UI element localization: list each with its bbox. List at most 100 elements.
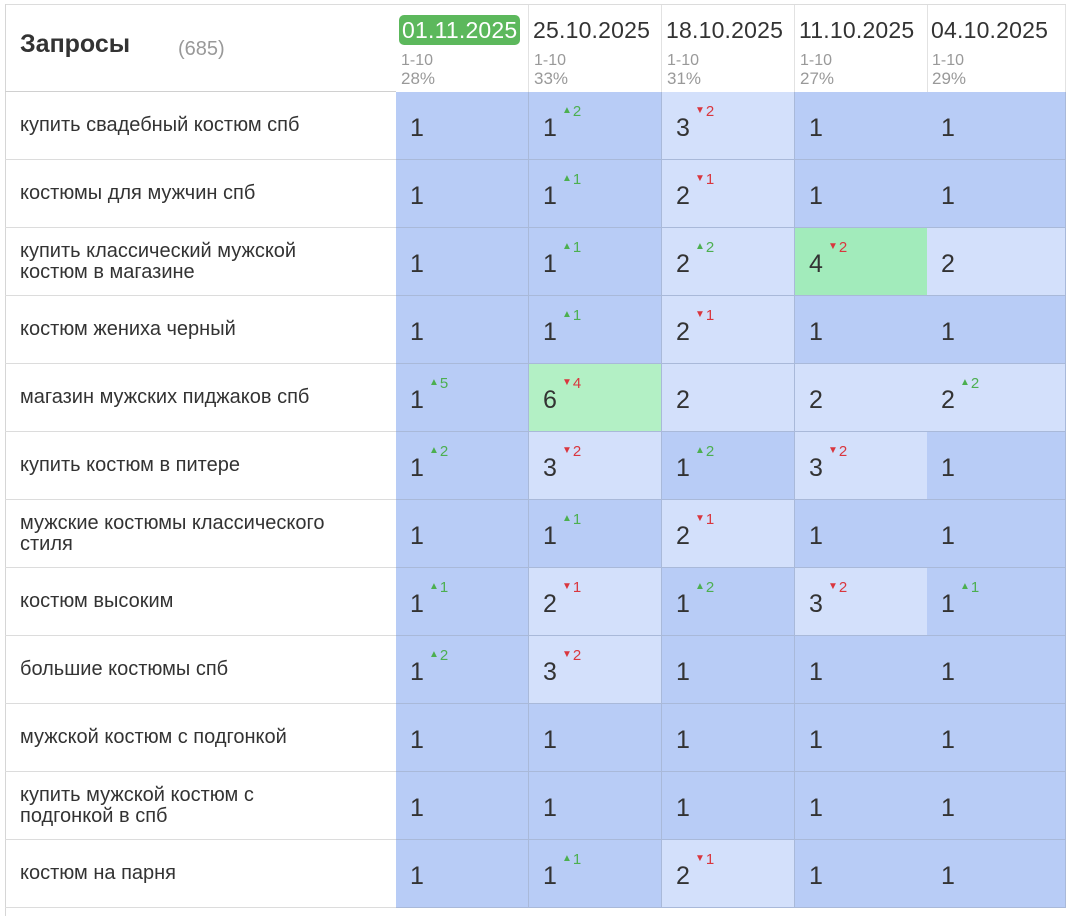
- position-cell[interactable]: 3 ▼2: [795, 432, 928, 500]
- position-cell[interactable]: 1: [396, 772, 529, 840]
- arrow-down-icon: ▼: [828, 241, 838, 252]
- position-cell[interactable]: 1 ▲2: [396, 432, 529, 500]
- query-label[interactable]: мужские костюмы классического стиля: [5, 500, 396, 568]
- queries-count: (685): [178, 38, 225, 60]
- query-label[interactable]: костюмы для мужчин спб: [5, 160, 396, 228]
- position-cell[interactable]: 1: [795, 840, 928, 908]
- position-cell[interactable]: 1: [396, 228, 529, 296]
- position-cell[interactable]: 1: [927, 92, 1066, 160]
- date-column-header[interactable]: 04.10.2025 1-10 29%: [927, 5, 1066, 92]
- delta-value: 2: [572, 443, 582, 460]
- position-cell[interactable]: 1 ▲1: [529, 500, 662, 568]
- position-cell[interactable]: 2: [662, 364, 795, 432]
- position-cell[interactable]: 2 ▼1: [662, 296, 795, 364]
- position-value: 1: [676, 658, 690, 686]
- position-cell[interactable]: 3 ▼2: [529, 432, 662, 500]
- query-label[interactable]: большие костюмы спб: [5, 636, 396, 704]
- query-text: большие костюмы спб: [20, 658, 229, 680]
- position-cell[interactable]: 1: [662, 636, 795, 704]
- position-cell[interactable]: 1: [795, 500, 928, 568]
- position-value: 1: [410, 386, 424, 414]
- position-value: 1: [543, 114, 557, 142]
- position-cell[interactable]: 2 ▼1: [662, 840, 795, 908]
- position-cell[interactable]: 1 ▲2: [396, 636, 529, 704]
- position-cell[interactable]: 1: [396, 500, 529, 568]
- position-value: 2: [676, 250, 690, 278]
- position-cell[interactable]: 2 ▲2: [662, 228, 795, 296]
- position-cell[interactable]: 1: [795, 92, 928, 160]
- position-cell[interactable]: 2 ▼1: [662, 500, 795, 568]
- date-column-header[interactable]: 11.10.2025 1-10 27%: [795, 5, 928, 92]
- query-label[interactable]: купить костюм в питере: [5, 432, 396, 500]
- arrow-down-icon: ▼: [562, 581, 572, 592]
- position-delta: ▲2: [429, 443, 448, 460]
- column-date: 25.10.2025: [533, 17, 651, 43]
- position-cell[interactable]: 3 ▼2: [662, 92, 795, 160]
- position-cell[interactable]: 1: [927, 432, 1066, 500]
- position-cell[interactable]: 1: [927, 704, 1066, 772]
- position-cell[interactable]: 1: [927, 636, 1066, 704]
- arrow-up-icon: ▲: [429, 377, 439, 388]
- position-delta: ▼1: [695, 511, 714, 528]
- position-cell[interactable]: 2: [795, 364, 928, 432]
- position-cell[interactable]: 1: [396, 92, 529, 160]
- position-cell[interactable]: 1: [795, 296, 928, 364]
- position-cell[interactable]: 1: [396, 160, 529, 228]
- position-cell[interactable]: 1: [795, 704, 928, 772]
- delta-value: 2: [705, 579, 715, 596]
- position-cell[interactable]: 1 ▲1: [529, 160, 662, 228]
- position-cell[interactable]: 1: [795, 772, 928, 840]
- query-label[interactable]: костюм на парня: [5, 840, 396, 908]
- query-label[interactable]: купить мужской костюм с подгонкой в спб: [5, 772, 396, 840]
- position-cell[interactable]: 1: [927, 160, 1066, 228]
- position-cell[interactable]: 1: [529, 704, 662, 772]
- position-value: 1: [809, 862, 823, 890]
- position-value: 2: [676, 386, 690, 414]
- position-cell[interactable]: 2 ▲2: [927, 364, 1066, 432]
- position-cell[interactable]: 1: [396, 296, 529, 364]
- date-column-header[interactable]: 25.10.2025 1-10 33%: [529, 5, 662, 92]
- position-cell[interactable]: 4 ▼2: [795, 228, 928, 296]
- arrow-down-icon: ▼: [695, 105, 705, 116]
- position-cell[interactable]: 1: [927, 840, 1066, 908]
- position-cell[interactable]: 1 ▲2: [662, 432, 795, 500]
- query-label[interactable]: костюм высоким: [5, 568, 396, 636]
- date-column-header[interactable]: 18.10.2025 1-10 31%: [662, 5, 795, 92]
- position-cell[interactable]: 1: [662, 772, 795, 840]
- position-cell[interactable]: 1 ▲1: [927, 568, 1066, 636]
- query-label[interactable]: купить свадебный костюм спб: [5, 92, 396, 160]
- position-cell[interactable]: 1: [662, 704, 795, 772]
- position-cell[interactable]: 1: [396, 704, 529, 772]
- position-cell[interactable]: 2: [927, 228, 1066, 296]
- date-column-header[interactable]: 01.11.2025 1-10 28%: [396, 5, 529, 92]
- position-cell[interactable]: 1: [795, 636, 928, 704]
- delta-value: 1: [572, 851, 582, 868]
- arrow-up-icon: ▲: [960, 581, 970, 592]
- position-cell[interactable]: 3 ▼2: [529, 636, 662, 704]
- position-cell[interactable]: 6 ▼4: [529, 364, 662, 432]
- position-cell[interactable]: 1: [396, 840, 529, 908]
- position-cell[interactable]: 1: [927, 500, 1066, 568]
- query-text: костюм на парня: [20, 862, 177, 884]
- position-cell[interactable]: 1 ▲2: [662, 568, 795, 636]
- position-cell[interactable]: 1 ▲1: [529, 296, 662, 364]
- position-cell[interactable]: 1: [927, 772, 1066, 840]
- query-label[interactable]: магазин мужских пиджаков спб: [5, 364, 396, 432]
- position-cell[interactable]: 1: [529, 772, 662, 840]
- position-cell[interactable]: 1 ▲5: [396, 364, 529, 432]
- position-cell[interactable]: 2 ▼1: [662, 160, 795, 228]
- position-cell[interactable]: 1 ▲1: [529, 228, 662, 296]
- position-cell[interactable]: 1: [795, 160, 928, 228]
- query-label[interactable]: костюм жениха черный: [5, 296, 396, 364]
- position-cell[interactable]: 2 ▼1: [529, 568, 662, 636]
- query-text: мужской костюм с подгонкой: [20, 726, 287, 748]
- position-value: 1: [809, 726, 823, 754]
- position-value: 2: [809, 386, 823, 414]
- position-cell[interactable]: 1 ▲2: [529, 92, 662, 160]
- position-cell[interactable]: 1 ▲1: [529, 840, 662, 908]
- query-label[interactable]: мужской костюм с подгонкой: [5, 704, 396, 772]
- position-cell[interactable]: 3 ▼2: [795, 568, 928, 636]
- position-cell[interactable]: 1: [927, 296, 1066, 364]
- query-label[interactable]: купить классический мужской костюм в маг…: [5, 228, 396, 296]
- position-cell[interactable]: 1 ▲1: [396, 568, 529, 636]
